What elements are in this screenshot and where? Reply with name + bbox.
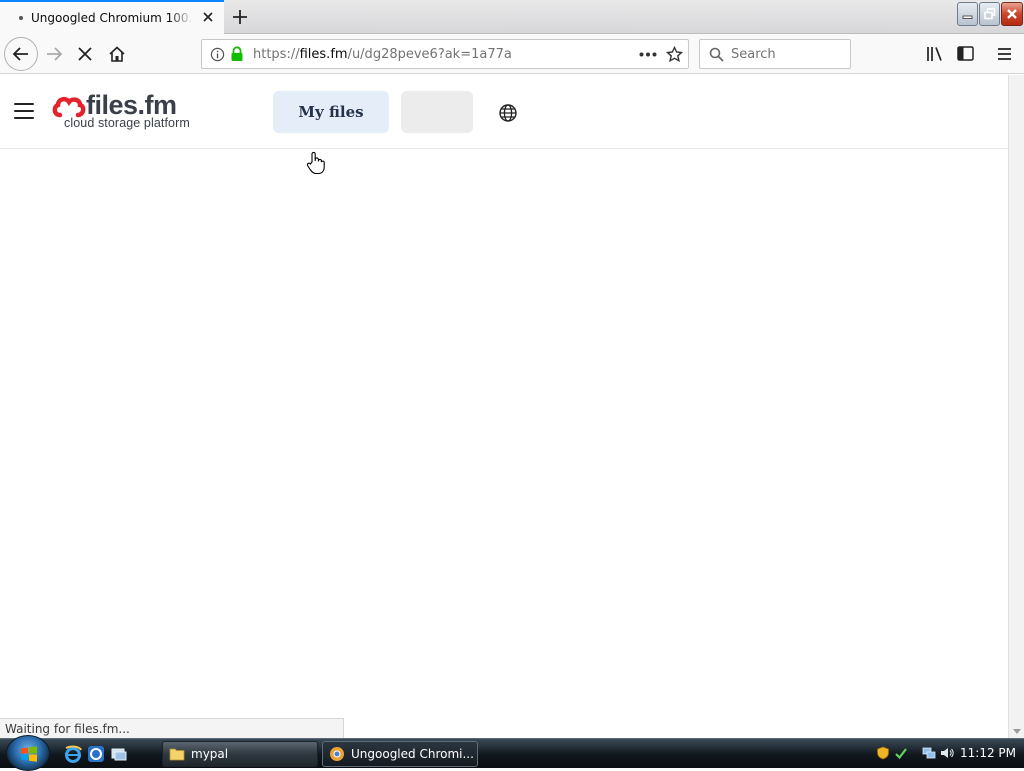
site-header: files.fm cloud storage platform My files (0, 75, 1008, 149)
volume-icon[interactable] (940, 746, 954, 760)
update-check-icon[interactable] (894, 746, 908, 760)
home-button[interactable] (101, 38, 133, 70)
vertical-scrollbar[interactable] (1008, 75, 1024, 738)
status-bar: Waiting for files.fm... (0, 718, 344, 738)
files-fm-logo[interactable]: files.fm cloud storage platform (52, 90, 192, 132)
internet-explorer-icon[interactable] (64, 745, 82, 763)
taskbar-label: mypal (191, 747, 229, 761)
url-text: https://files.fm/u/dg28peve6?ak=1a77a (253, 47, 512, 62)
close-tab-icon[interactable] (200, 9, 216, 25)
forward-arrow-icon (47, 47, 63, 61)
minimize-icon (962, 15, 973, 19)
security-shield-icon[interactable] (876, 746, 890, 760)
minimize-button[interactable] (957, 2, 978, 26)
start-button[interactable] (6, 735, 50, 771)
loading-placeholder-button[interactable] (401, 91, 473, 133)
hand-cursor-icon (306, 151, 325, 175)
taskbar-label: Ungoogled Chromi... (351, 747, 474, 761)
new-tab-button[interactable] (226, 4, 254, 30)
library-icon[interactable] (926, 46, 943, 62)
window-controls (957, 2, 1023, 26)
windows-logo-icon (21, 746, 37, 762)
chromium-app-icon (330, 747, 344, 761)
page-actions-icon[interactable] (639, 52, 657, 57)
lock-icon[interactable] (230, 46, 244, 62)
search-icon (709, 47, 724, 62)
logo-tagline: cloud storage platform (64, 116, 190, 130)
stop-button[interactable] (69, 38, 101, 70)
search-bar[interactable]: Search (699, 39, 851, 69)
close-window-button[interactable] (1001, 2, 1023, 26)
search-placeholder: Search (731, 47, 776, 62)
my-files-button[interactable]: My files (273, 91, 389, 133)
sidebar-toggle-icon[interactable] (957, 46, 974, 61)
stop-icon (78, 47, 92, 61)
scroll-down-icon[interactable] (1013, 729, 1021, 734)
restore-icon (983, 8, 995, 20)
forward-button[interactable] (38, 38, 70, 70)
browser-tab-bar: Ungoogled Chromium 100.0.4896 (0, 0, 1024, 34)
system-clock[interactable]: 11:12 PM (960, 746, 1016, 760)
windows-taskbar: mypal Ungoogled Chromi... 11:12 PM (0, 735, 1024, 771)
bookmark-star-icon[interactable] (666, 46, 683, 63)
back-button[interactable] (4, 37, 38, 71)
info-icon[interactable] (210, 47, 225, 62)
menu-icon[interactable] (997, 47, 1012, 61)
taskbar-button-mypal[interactable]: mypal (162, 741, 318, 767)
browser-quicklaunch-icon[interactable] (87, 745, 105, 763)
page-content: files.fm cloud storage platform My files (0, 75, 1008, 738)
system-tray: 11:12 PM (870, 739, 1024, 769)
close-icon (1007, 9, 1017, 19)
navigation-toolbar: https://files.fm/u/dg28peve6?ak=1a77a Se… (0, 34, 1024, 74)
language-globe-icon[interactable] (498, 103, 518, 123)
show-desktop-icon[interactable] (110, 745, 128, 763)
loading-dot-icon (19, 16, 23, 20)
restore-button[interactable] (979, 2, 1000, 26)
back-arrow-icon (12, 47, 28, 61)
folder-icon (169, 748, 185, 761)
address-bar[interactable]: https://files.fm/u/dg28peve6?ak=1a77a (201, 39, 689, 69)
browser-tab[interactable]: Ungoogled Chromium 100.0.4896 (0, 0, 224, 34)
home-icon (109, 46, 125, 62)
plus-icon (233, 10, 247, 24)
network-icon[interactable] (922, 746, 936, 760)
tab-title: Ungoogled Chromium 100.0.4896 (31, 11, 193, 25)
hamburger-menu-icon[interactable] (14, 103, 34, 121)
taskbar-button-chromium[interactable]: Ungoogled Chromi... (322, 741, 478, 767)
